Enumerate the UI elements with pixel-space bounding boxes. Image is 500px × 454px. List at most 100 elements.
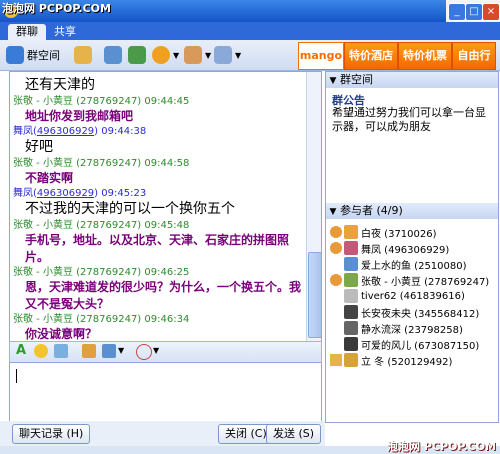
member-name: 可爱的风儿 (673087150) (361, 340, 480, 352)
sender-name: 张敬 - 小黄豆 (278769247) (13, 158, 142, 169)
member-name: 爱上水的鱼 (2510080) (361, 260, 467, 272)
member-name: 舞凤 (496306929) (361, 244, 450, 256)
group-icon (330, 354, 342, 366)
avatar (344, 289, 358, 303)
chevron-down-icon[interactable]: ▼ (118, 346, 124, 355)
ad-freetour[interactable]: 自由行 (452, 42, 496, 70)
message-list: 还有天津的 张敬 - 小黄豆 (278769247) 09:44:45 地址你发… (13, 72, 303, 342)
message-time: 09:44:45 (144, 96, 190, 107)
member-name: 立 冬 (520129492) (361, 356, 453, 368)
members-header[interactable]: ▼ 参与者 (4/9) (326, 203, 498, 219)
avatar (344, 321, 358, 335)
member-item[interactable]: 爱上水的鱼 (2510080) (330, 256, 496, 272)
member-item[interactable]: 长安夜未央 (345568412) (330, 304, 496, 320)
tools-icon (104, 46, 122, 64)
chat-scrollbar[interactable] (306, 72, 321, 342)
group-space-label: 群空间 (27, 49, 60, 62)
text-caret (16, 369, 17, 383)
media-tool-button[interactable]: ▼ (152, 44, 179, 66)
message-header: 张敬 - 小黄豆 (278769247) 09:44:45 (13, 95, 303, 108)
member-item[interactable]: 舞凤 (496306929) (330, 240, 496, 256)
message-text: 地址你发到我邮箱吧 (25, 109, 134, 123)
message-text: 恩，天津难道发的很少吗？为什么，一个换五个。我又不是冤大头？ (25, 280, 302, 311)
chevron-down-icon: ▼ (235, 50, 242, 60)
title-bar[interactable]: 泡泡网 PCPOP.COM _ □ × (0, 0, 500, 22)
member-item[interactable]: 白夜 (3710026) (330, 224, 496, 240)
admin-icon (330, 226, 342, 238)
play-icon (152, 46, 170, 64)
message-time: 09:45:48 (144, 220, 190, 231)
member-item[interactable]: 立 冬 (520129492) (330, 352, 496, 368)
window-controls: _ □ × (446, 0, 500, 22)
member-list: 白夜 (3710026) 舞凤 (496306929) 爱上水的鱼 (25100… (330, 224, 496, 368)
chat-window: 泡泡网 PCPOP.COM _ □ × 群聊 共享 群空间 ▼ ▼ ▼ mang… (0, 0, 500, 454)
send-button[interactable]: 发送 (S) (266, 424, 322, 444)
emoticon-icon[interactable] (34, 344, 48, 358)
message-text: 还有天津的 (25, 77, 95, 93)
message-area[interactable]: 还有天津的 张敬 - 小黄豆 (278769247) 09:44:45 地址你发… (9, 71, 322, 343)
admin-icon (330, 274, 342, 286)
close-window-button[interactable]: × (482, 3, 500, 21)
sender-name: 舞凤 (13, 188, 33, 199)
member-item[interactable]: 张敬 - 小黄豆 (278769247) (330, 272, 496, 288)
files-tool-button[interactable] (128, 44, 146, 66)
chevron-down-icon: ▼ (329, 207, 337, 217)
members-tool-button[interactable] (74, 44, 92, 66)
message-header: 舞凤(496306929) 09:45:23 (13, 188, 147, 199)
message-header: 张敬 - 小黄豆 (278769247) 09:44:58 (13, 157, 303, 170)
magic-emoticon-icon[interactable] (54, 344, 68, 358)
chevron-down-icon: ▼ (173, 50, 180, 60)
send-image-icon[interactable] (82, 344, 96, 358)
member-item[interactable]: 静水流深 (23798258) (330, 320, 496, 336)
chevron-down-icon: ▼ (205, 50, 212, 60)
group-space-button[interactable]: 群空间 (6, 44, 60, 66)
people-icon (74, 46, 92, 64)
message-time: 09:46:25 (144, 267, 190, 278)
message-input[interactable] (9, 362, 322, 422)
invite-tool-button[interactable]: ▼ (184, 44, 211, 66)
member-name: 长安夜未央 (345568412) (361, 308, 480, 320)
admin-icon (330, 242, 342, 254)
chat-history-button[interactable]: 聊天记录 (H) (12, 424, 91, 444)
invite-icon (184, 46, 202, 64)
voice-icon[interactable] (136, 344, 152, 360)
sender-qq-link[interactable]: 496306929 (37, 126, 94, 137)
watermark-top: 泡泡网 PCPOP.COM (2, 2, 111, 15)
message-header: 张敬 - 小黄豆 (278769247) 09:46:34 (13, 313, 303, 326)
settings-tool-button[interactable] (104, 44, 122, 66)
member-item[interactable]: 可爱的风儿 (673087150) (330, 336, 496, 352)
tab-bar: 群聊 共享 (0, 22, 500, 40)
ad-hotel[interactable]: 特价酒店 (344, 42, 398, 70)
ad-flight[interactable]: 特价机票 (398, 42, 452, 70)
minimize-button[interactable]: _ (448, 3, 466, 21)
maximize-button[interactable]: □ (465, 3, 483, 21)
scrollbar-thumb[interactable] (308, 252, 321, 338)
screenshot-icon[interactable] (102, 344, 116, 358)
member-item[interactable]: tiver62 (461839616) (330, 288, 496, 304)
avatar (344, 225, 358, 239)
group-space-header[interactable]: ▼ 群空间 (326, 72, 498, 88)
sender-name: 张敬 - 小黄豆 (278769247) (13, 220, 142, 231)
font-icon[interactable]: A (16, 343, 26, 358)
tab-group-chat[interactable]: 群聊 (8, 24, 46, 40)
chevron-down-icon[interactable]: ▼ (153, 346, 159, 355)
bottom-bar: 聊天记录 (H) 关闭 (C) 发送 (S) (0, 421, 325, 447)
message-header: 张敬 - 小黄豆 (278769247) 09:46:25 (13, 266, 303, 279)
message-header: 舞凤(496306929) 09:44:38 (13, 126, 147, 137)
message-time: 09:45:23 (101, 188, 147, 199)
message-header: 张敬 - 小黄豆 (278769247) 09:45:48 (13, 219, 303, 232)
ad-logo[interactable]: mango (298, 42, 344, 70)
avatar (344, 257, 358, 271)
more-tool-button[interactable]: ▼ (214, 44, 241, 66)
tab-share[interactable]: 共享 (46, 24, 84, 40)
folder-icon (128, 46, 146, 64)
sender-qq-link[interactable]: 496306929 (37, 188, 94, 199)
member-name: 白夜 (3710026) (361, 228, 437, 240)
notice-text: 希望通过努力我们可以拿一台显示器，可以成为朋友 (332, 106, 486, 133)
message-time: 09:44:38 (101, 126, 147, 137)
